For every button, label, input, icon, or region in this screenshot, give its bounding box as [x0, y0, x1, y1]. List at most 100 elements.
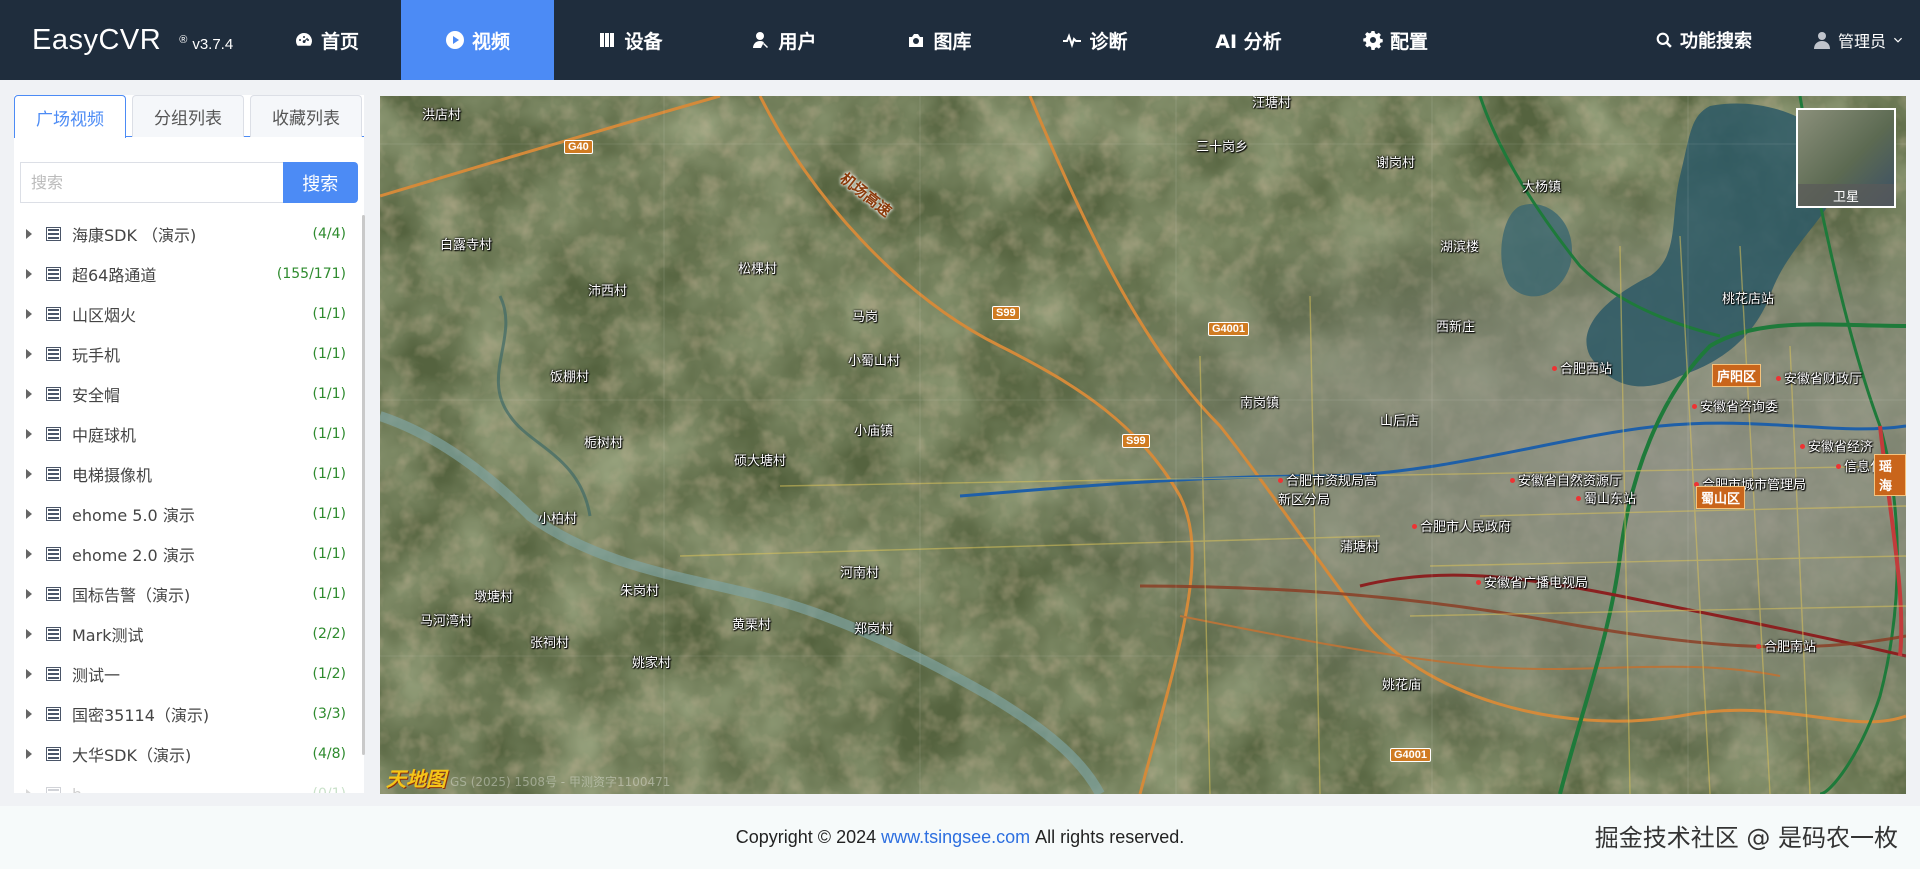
- map-place-label: 马河湾村: [420, 614, 473, 629]
- pulse-icon: [1063, 33, 1082, 49]
- user-menu[interactable]: 管理员: [1812, 28, 1904, 52]
- tree-node-label: Mark测试: [72, 626, 144, 645]
- nav-label: 图库: [933, 30, 972, 53]
- footer-link[interactable]: www.tsingsee.com: [881, 827, 1030, 848]
- tree-node[interactable]: 大华SDK（演示) (4/8): [14, 734, 360, 774]
- app-version: ® v3.7.4: [179, 34, 233, 53]
- caret-right-icon[interactable]: [26, 749, 32, 759]
- channel-search-input[interactable]: [20, 162, 283, 203]
- tree-node[interactable]: 超64路通道 (155/171): [14, 254, 360, 294]
- tree-node-label: 国密35114（演示): [72, 706, 210, 725]
- tree-node[interactable]: ehome 5.0 演示 (1/1): [14, 494, 360, 534]
- tree-node-label: 国标告警（演示): [72, 586, 191, 605]
- map-place-label: 小庙镇: [854, 424, 894, 439]
- district-label: 庐阳区: [1712, 364, 1762, 387]
- caret-right-icon[interactable]: [26, 629, 32, 639]
- brand[interactable]: EasyCVR ® v3.7.4: [0, 0, 252, 80]
- map-place-label: 栀树村: [584, 436, 624, 451]
- map-place-label: 合肥南站: [1756, 636, 1816, 655]
- caret-right-icon[interactable]: [26, 389, 32, 399]
- caret-right-icon[interactable]: [26, 509, 32, 519]
- tree-node[interactable]: 海康SDK （演示) (4/4): [14, 214, 360, 254]
- tree-node[interactable]: h... (0/1): [14, 774, 360, 793]
- device-group-icon: [46, 667, 61, 681]
- map-view[interactable]: 洪店村 汪塘村 三十岗乡 谢岗村 大杨镇 白露寺村 松棵村 湖滨楼 沛西村 马岗 西新庄 小蜀山村 饭棚…: [380, 96, 1906, 794]
- caret-right-icon[interactable]: [26, 709, 32, 719]
- map-place-label: 蒲塘村: [1340, 540, 1380, 555]
- nav-label: 配置: [1389, 30, 1428, 53]
- tab-favorites[interactable]: 收藏列表: [250, 95, 362, 137]
- tree-node-label: 超64路通道: [72, 266, 157, 285]
- tree-node-count: (1/1): [312, 466, 346, 482]
- nav-diagnosis[interactable]: 诊断: [1016, 0, 1174, 80]
- tree-node-label: 大华SDK（演示): [72, 746, 192, 765]
- map-type-label: 卫星: [1798, 184, 1894, 206]
- tree-node[interactable]: 国密35114（演示) (3/3): [14, 694, 360, 734]
- map-place-label: 湖滨楼: [1440, 240, 1480, 255]
- nav-gallery[interactable]: 图库: [862, 0, 1016, 80]
- channel-search-button[interactable]: 搜索: [282, 162, 358, 203]
- tree-node[interactable]: 测试一 (1/2): [14, 654, 360, 694]
- map-place-label: 三十岗乡: [1196, 140, 1249, 155]
- function-search-button[interactable]: 功能搜索: [1656, 27, 1752, 53]
- nav-config[interactable]: 配置: [1323, 0, 1468, 80]
- nav-device[interactable]: 设备: [554, 0, 706, 80]
- channel-panel: 广场视频 分组列表 收藏列表 搜索 海康SDK （演示) (4/4) 超64路通道 (…: [14, 95, 365, 793]
- road-shield: S99: [992, 306, 1020, 320]
- caret-right-icon[interactable]: [26, 669, 32, 679]
- nav-label: 诊断: [1089, 30, 1128, 53]
- tree-node[interactable]: Mark测试 (2/2): [14, 614, 360, 654]
- tree-node[interactable]: 山区烟火 (1/1): [14, 294, 360, 334]
- tab-square-video[interactable]: 广场视频: [14, 95, 126, 138]
- nav-video[interactable]: 视频: [401, 0, 554, 80]
- caret-right-icon[interactable]: [26, 789, 32, 793]
- nav-ai-analysis[interactable]: AI 分析: [1174, 0, 1323, 80]
- district-label: 瑶海: [1874, 454, 1906, 496]
- nav-label: AI 分析: [1215, 30, 1282, 53]
- caret-right-icon[interactable]: [26, 469, 32, 479]
- caret-right-icon[interactable]: [26, 589, 32, 599]
- map-place-label: 南岗镇: [1240, 396, 1280, 411]
- map-type-switch[interactable]: 卫星: [1796, 108, 1896, 208]
- nav-user[interactable]: 用户: [706, 0, 862, 80]
- map-place-label: 安徽省自然资源厅: [1510, 470, 1622, 489]
- nav-label: 首页: [320, 30, 359, 53]
- caret-right-icon[interactable]: [26, 349, 32, 359]
- map-place-label: 墩塘村: [474, 590, 514, 605]
- tree-scrollbar[interactable]: [362, 215, 365, 755]
- road-shield: G4001: [1208, 322, 1250, 336]
- map-place-label: 洪店村: [422, 108, 462, 123]
- map-place-label: 大杨镇: [1522, 180, 1562, 195]
- tree-node-count: (155/171): [276, 266, 346, 282]
- tree-node[interactable]: 国标告警（演示) (1/1): [14, 574, 360, 614]
- caret-right-icon[interactable]: [26, 549, 32, 559]
- map-place-label: 黄栗村: [732, 618, 772, 633]
- function-search-label: 功能搜索: [1679, 31, 1752, 52]
- tree-node[interactable]: ehome 2.0 演示 (1/1): [14, 534, 360, 574]
- device-icon: [600, 33, 615, 47]
- tree-node[interactable]: 玩手机 (1/1): [14, 334, 360, 374]
- tree-node-label: ehome 5.0 演示: [72, 506, 195, 525]
- caret-right-icon[interactable]: [26, 229, 32, 239]
- tree-node[interactable]: 安全帽 (1/1): [14, 374, 360, 414]
- nav-home[interactable]: 首页: [252, 0, 401, 80]
- road-shield: G4001: [1390, 748, 1432, 762]
- map-place-label: 小蜀山村: [848, 354, 901, 369]
- tree-node-count: (4/8): [312, 746, 346, 762]
- map-place-label: 安徽省经济: [1800, 436, 1873, 455]
- nav-label: 用户: [778, 30, 817, 53]
- caret-right-icon[interactable]: [26, 429, 32, 439]
- map-place-label: 合肥西站: [1552, 358, 1612, 377]
- caret-right-icon[interactable]: [26, 269, 32, 279]
- tree-node-count: (0/1): [313, 786, 346, 793]
- footer-prefix: Copyright © 2024: [735, 827, 877, 847]
- caret-right-icon[interactable]: [26, 309, 32, 319]
- tree-node-count: (1/1): [312, 386, 346, 402]
- map-place-label: 安徽省财政厅: [1776, 368, 1862, 387]
- tab-group-list[interactable]: 分组列表: [132, 95, 244, 137]
- tree-node-count: (1/1): [312, 546, 346, 562]
- tree-node[interactable]: 中庭球机 (1/1): [14, 414, 360, 454]
- tree-node[interactable]: 电梯摄像机 (1/1): [14, 454, 360, 494]
- gear-icon: [1363, 31, 1383, 50]
- map-place-label: 小柏村: [538, 512, 578, 527]
